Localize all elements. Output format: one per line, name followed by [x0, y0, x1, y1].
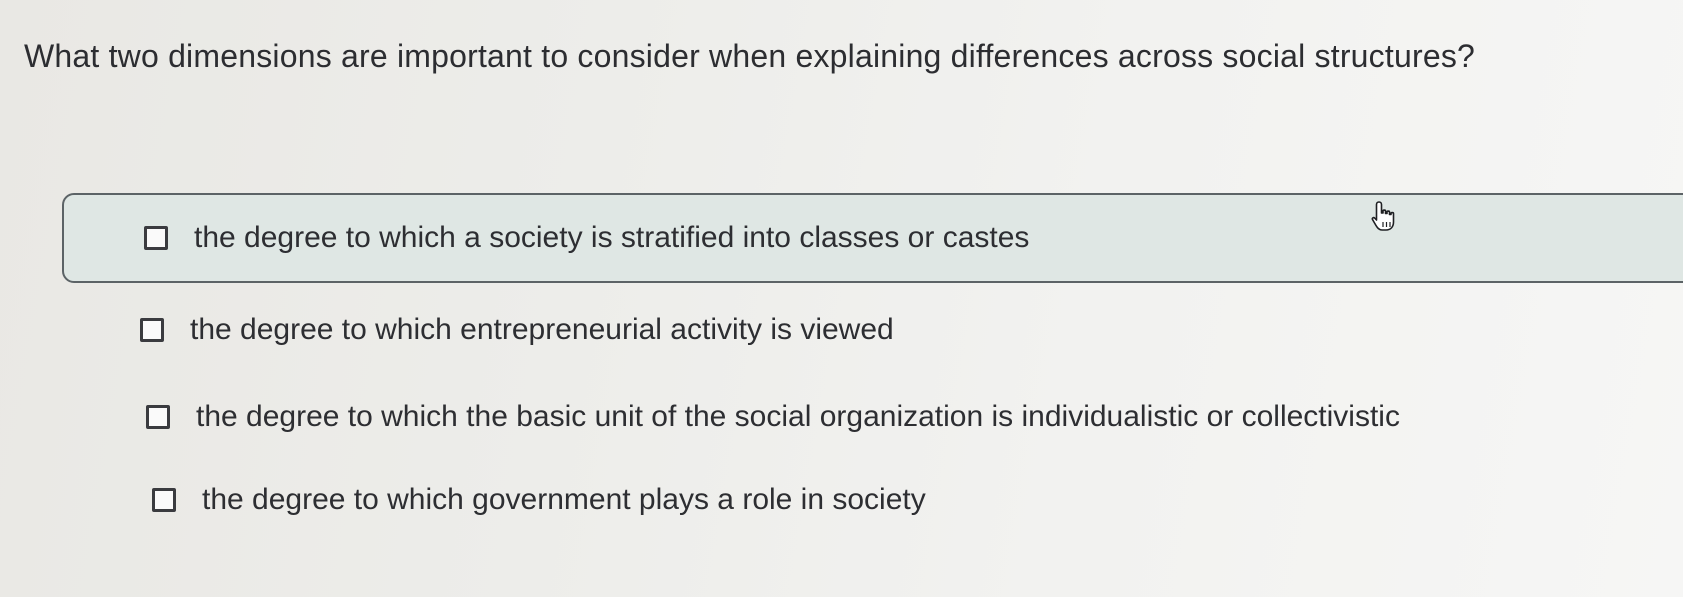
option-label: the degree to which government plays a r… — [202, 483, 926, 516]
hand-pointer-icon — [1371, 201, 1395, 231]
option-label: the degree to which entrepreneurial acti… — [190, 313, 894, 346]
option-label: the degree to which the basic unit of th… — [196, 400, 1400, 433]
checkbox[interactable] — [152, 488, 176, 512]
answer-options: the degree to which a society is stratif… — [0, 0, 1683, 597]
option-label: the degree to which a society is stratif… — [194, 221, 1030, 254]
checkbox[interactable] — [144, 226, 168, 250]
option-stratification[interactable]: the degree to which a society is stratif… — [62, 193, 1683, 283]
option-entrepreneurial[interactable]: the degree to which entrepreneurial acti… — [140, 295, 894, 365]
option-individualistic-collectivistic[interactable]: the degree to which the basic unit of th… — [146, 382, 1400, 452]
checkbox[interactable] — [140, 318, 164, 342]
option-government-role[interactable]: the degree to which government plays a r… — [152, 465, 926, 535]
checkbox[interactable] — [146, 405, 170, 429]
